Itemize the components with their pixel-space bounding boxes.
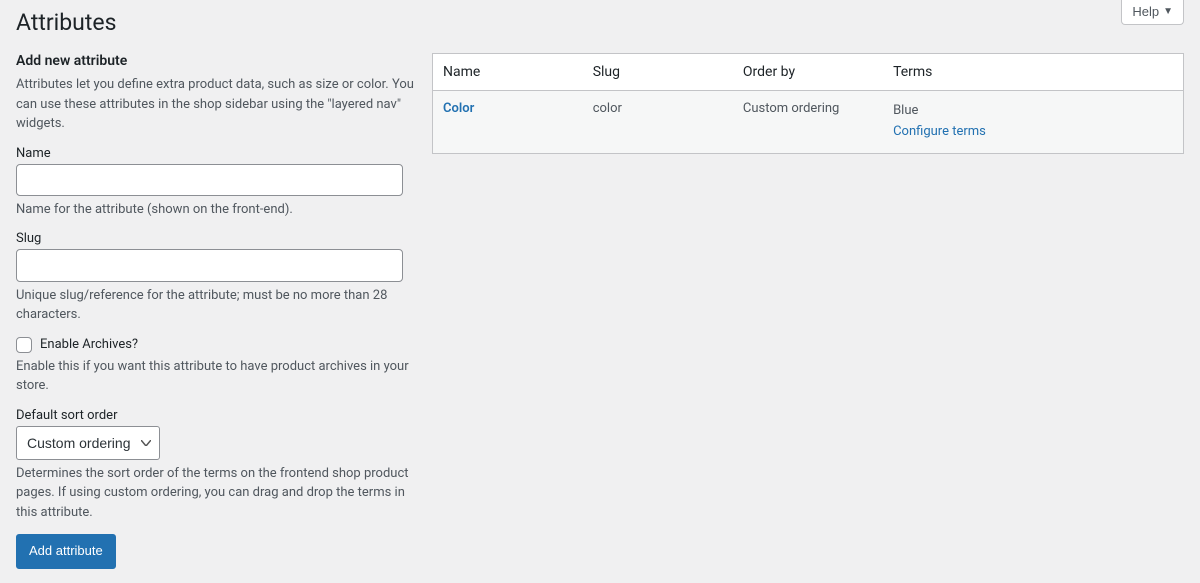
slug-input[interactable] [16,249,403,281]
attribute-order-cell: Custom ordering [733,91,883,154]
sort-order-label: Default sort order [16,408,416,423]
name-input[interactable] [16,164,403,196]
slug-help: Unique slug/reference for the attribute;… [16,286,416,325]
th-terms: Terms [883,54,1183,91]
slug-label: Slug [16,231,416,246]
add-attribute-button[interactable]: Add attribute [16,534,116,569]
configure-terms-link[interactable]: Configure terms [893,124,986,139]
sort-order-select[interactable]: Custom ordering [16,426,160,460]
help-tab-toggle[interactable]: Help ▼ [1121,0,1184,25]
enable-archives-help: Enable this if you want this attribute t… [16,357,416,396]
sort-order-help: Determines the sort order of the terms o… [16,464,416,523]
attribute-slug-cell: color [583,91,733,154]
add-attribute-form: Add new attribute Attributes let you def… [16,53,416,569]
page-title: Attributes [16,0,1184,40]
attribute-terms-text: Blue [893,103,918,118]
form-title: Add new attribute [16,53,416,69]
attribute-name-link[interactable]: Color [443,101,474,116]
enable-archives-checkbox[interactable] [16,337,32,353]
help-label: Help [1132,4,1159,19]
caret-down-icon: ▼ [1163,7,1173,17]
table-row: Color color Custom ordering Blue Configu… [433,91,1184,154]
enable-archives-label: Enable Archives? [40,337,138,352]
form-intro: Attributes let you define extra product … [16,75,416,134]
th-slug: Slug [583,54,733,91]
attributes-table: Name Slug Order by Terms Color color Cus… [432,53,1184,154]
th-order: Order by [733,54,883,91]
name-label: Name [16,146,416,161]
name-help: Name for the attribute (shown on the fro… [16,200,416,220]
th-name: Name [433,54,583,91]
